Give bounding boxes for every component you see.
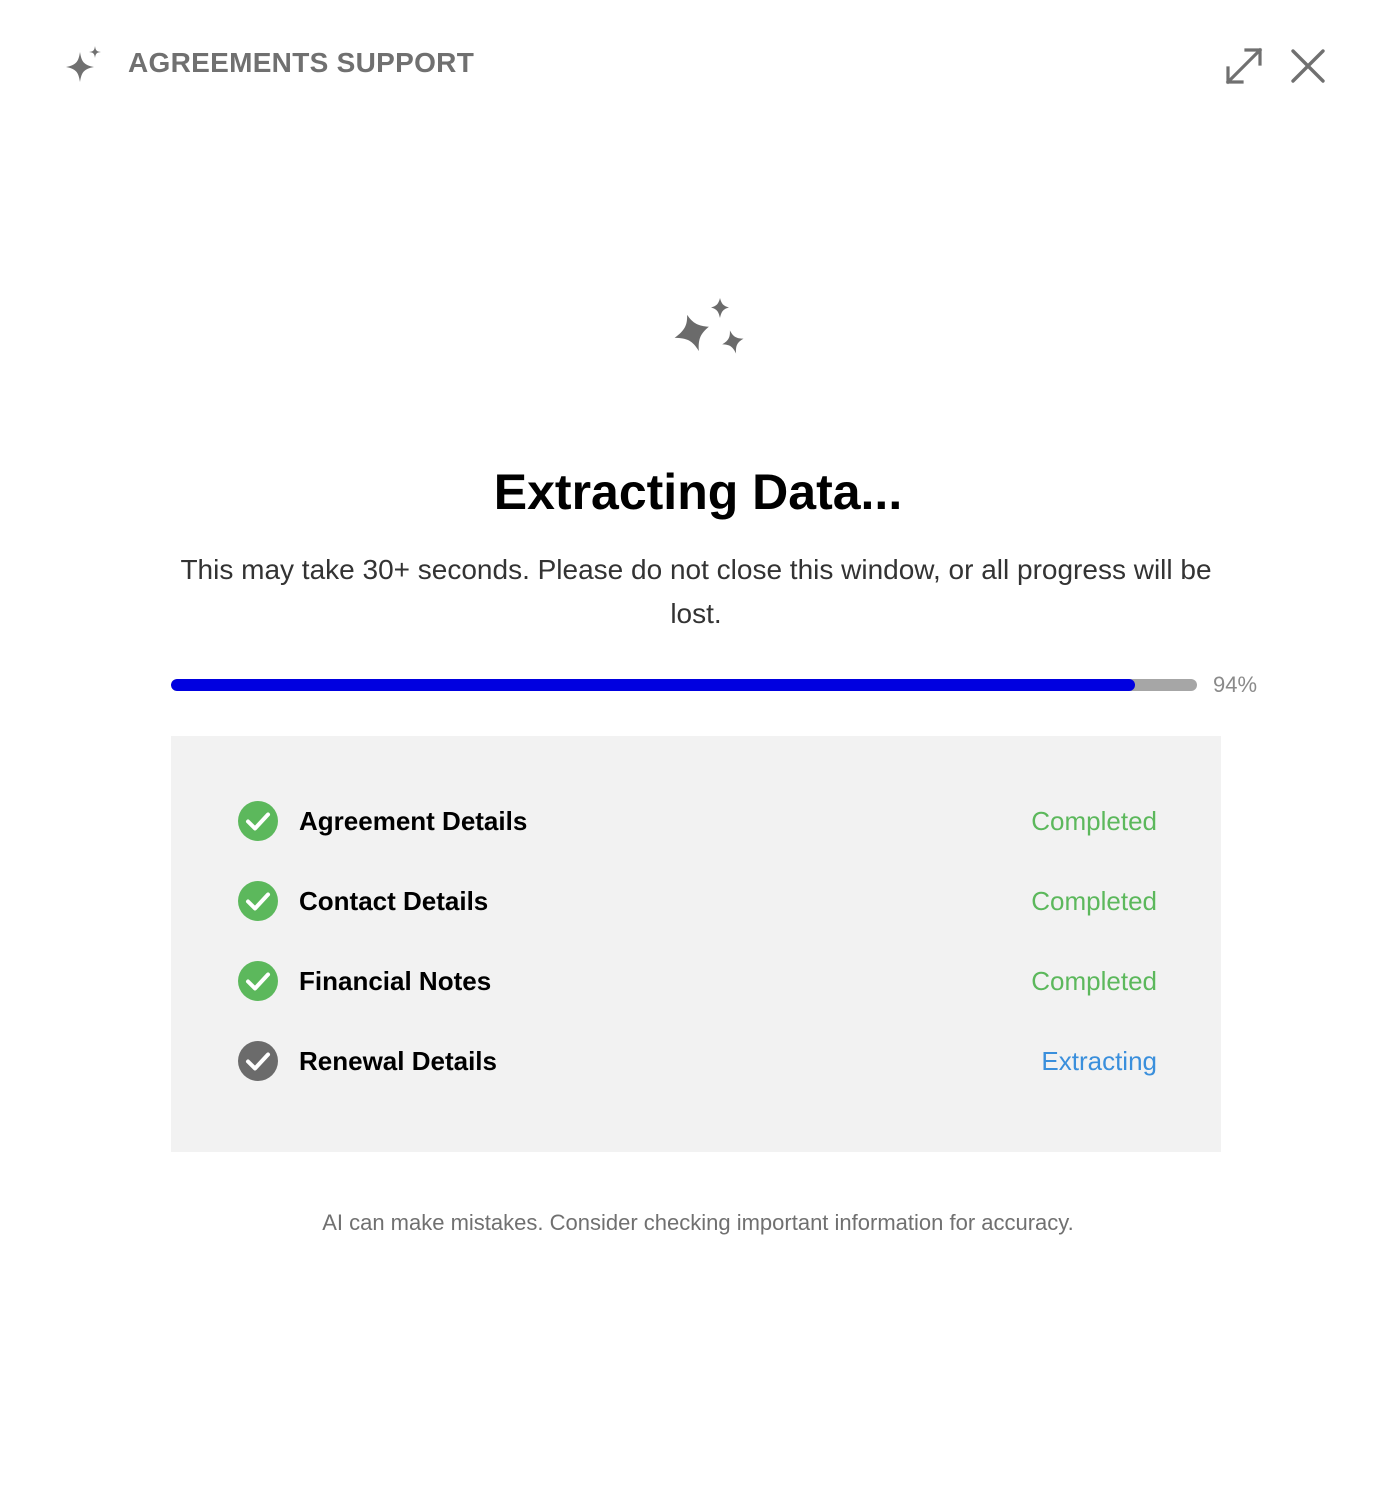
progress-bar-fill bbox=[171, 679, 1136, 691]
step-label: Contact Details bbox=[299, 886, 489, 916]
step-financial-notes: Financial Notes Completed bbox=[171, 956, 1221, 1006]
progress-percent: 94% bbox=[1213, 672, 1258, 697]
sparkles-icon bbox=[674, 298, 744, 354]
step-label: Renewal Details bbox=[299, 1046, 497, 1076]
check-circle-icon bbox=[237, 880, 279, 922]
step-status: Extracting bbox=[1041, 1046, 1157, 1076]
expand-icon bbox=[1225, 47, 1263, 85]
progress-bar bbox=[171, 679, 1197, 691]
expand-button[interactable] bbox=[1222, 44, 1266, 88]
close-button[interactable] bbox=[1286, 44, 1330, 88]
page-heading: Extracting Data... bbox=[493, 464, 903, 520]
agreements-support-dialog: AGREEMENTS SUPPORT Extracting Data... Th… bbox=[0, 0, 1396, 1492]
step-status: Completed bbox=[1031, 806, 1157, 836]
step-label: Financial Notes bbox=[299, 966, 492, 996]
ai-disclaimer: AI can make mistakes. Consider checking … bbox=[322, 1210, 1074, 1235]
pending-check-icon bbox=[237, 1040, 279, 1082]
check-circle-icon bbox=[237, 960, 279, 1002]
extraction-steps-panel: Agreement Details Completed Contact Detail… bbox=[171, 736, 1221, 1152]
step-status: Completed bbox=[1031, 966, 1157, 996]
step-renewal-details: Renewal Details Extracting bbox=[171, 1036, 1221, 1086]
progress-notice: This may take 30+ seconds. Please do not… bbox=[180, 554, 1212, 629]
step-contact-details: Contact Details Completed bbox=[171, 876, 1221, 926]
step-agreement-details: Agreement Details Completed bbox=[171, 796, 1221, 846]
sparkle-icon bbox=[66, 46, 101, 82]
dialog-title: AGREEMENTS SUPPORT bbox=[128, 47, 475, 78]
close-icon bbox=[1291, 49, 1325, 83]
check-circle-icon bbox=[237, 800, 279, 842]
dialog-header: AGREEMENTS SUPPORT bbox=[0, 0, 1396, 130]
step-status: Completed bbox=[1031, 886, 1157, 916]
step-label: Agreement Details bbox=[299, 806, 528, 836]
